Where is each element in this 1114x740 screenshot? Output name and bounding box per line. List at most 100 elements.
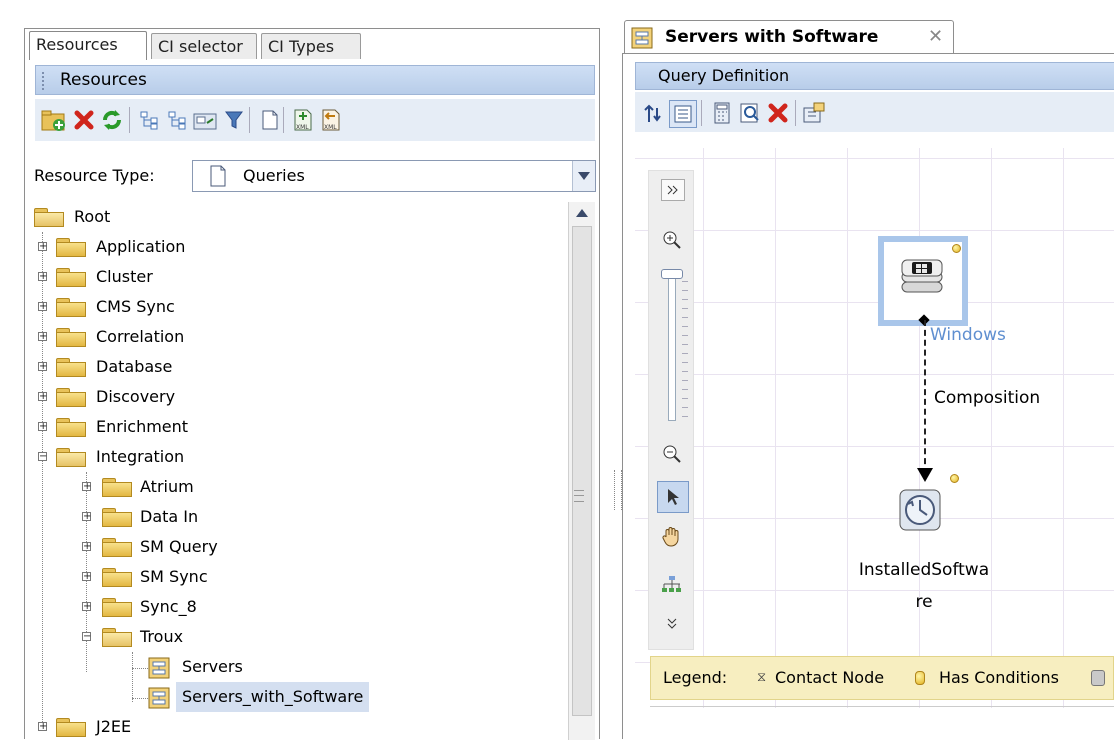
tree-connector: [132, 652, 133, 702]
tree-scrollbar[interactable]: [568, 202, 595, 740]
tab-title: Servers with Software: [665, 27, 879, 47]
expand-icon[interactable]: +: [38, 242, 47, 252]
query-definition-title: Query Definition: [658, 66, 790, 85]
folder-icon: [102, 598, 132, 618]
chevron-down-icon[interactable]: [572, 161, 595, 191]
contact-node-icon: ⧖: [757, 670, 767, 685]
more-chevron-icon[interactable]: [659, 611, 685, 637]
folder-icon: [56, 388, 86, 408]
edge-label-composition[interactable]: Composition: [934, 388, 1040, 408]
expand-icon[interactable]: +: [38, 422, 47, 432]
tab-resources[interactable]: Resources: [29, 31, 147, 60]
tab-servers-with-software[interactable]: Servers with Software ✕: [624, 20, 954, 54]
tree-connector: [132, 668, 148, 669]
expand-icon[interactable]: +: [82, 602, 91, 612]
close-icon[interactable]: ✕: [928, 21, 943, 53]
legend-has-conditions: Has Conditions: [939, 668, 1059, 687]
calculator-icon[interactable]: [709, 100, 735, 126]
folder-icon: [56, 298, 86, 318]
tree-item-label: Database: [96, 357, 173, 376]
has-conditions-icon: [952, 244, 961, 253]
tree-item-label: Data In: [140, 507, 199, 526]
tree-item-label: Servers_with_Software: [176, 682, 370, 712]
node-label-installed-software[interactable]: InstalledSoftwa re: [844, 554, 1004, 618]
tab-ci-types[interactable]: CI Types: [261, 33, 361, 59]
tree-item-label: Sync_8: [140, 597, 197, 616]
resources-toolbar: XML XML: [35, 99, 595, 141]
expand-icon[interactable]: +: [38, 722, 47, 732]
composition-edge[interactable]: [924, 320, 926, 474]
tree-item-label: Integration: [96, 447, 185, 466]
settings-icon[interactable]: [801, 100, 827, 126]
expand-icon[interactable]: +: [38, 362, 47, 372]
new-resource-icon[interactable]: [257, 107, 283, 133]
layout-tree-icon[interactable]: [659, 571, 685, 597]
expand-icon[interactable]: +: [82, 542, 91, 552]
folder-icon: [56, 418, 86, 438]
legend-contact-node: Contact Node: [775, 668, 885, 687]
tree-item-label: Cluster: [96, 267, 153, 286]
tree-item-label: Discovery: [96, 387, 176, 406]
zoom-out-icon[interactable]: [659, 441, 685, 467]
grip-icon: [574, 490, 584, 502]
expand-panel-icon[interactable]: [661, 179, 685, 201]
zoom-slider-thumb[interactable]: [661, 269, 683, 279]
windows-server-icon[interactable]: [898, 254, 946, 302]
expand-icon[interactable]: +: [82, 482, 91, 492]
collapse-icon[interactable]: −: [38, 452, 47, 462]
folder-icon: [56, 328, 86, 348]
resource-type-select[interactable]: Queries: [192, 160, 596, 192]
tree-item-label: Atrium: [140, 477, 194, 496]
expand-icon[interactable]: +: [82, 572, 91, 582]
delete-icon[interactable]: [765, 100, 791, 126]
query-icon: [631, 27, 653, 49]
tab-ci-selector[interactable]: CI selector: [151, 33, 257, 59]
new-folder-icon[interactable]: [41, 107, 67, 133]
copy-to-folder-icon[interactable]: [193, 107, 219, 133]
has-conditions-icon: [950, 474, 959, 483]
export-xml-icon[interactable]: XML: [291, 107, 317, 133]
query-definition-panel: Query Definition: [622, 53, 1114, 739]
document-icon: [209, 165, 227, 197]
zoom-slider[interactable]: [668, 271, 676, 421]
sort-icon[interactable]: [641, 100, 667, 126]
preview-icon[interactable]: [737, 100, 763, 126]
scroll-up-icon[interactable]: [569, 202, 595, 224]
expand-icon[interactable]: [137, 107, 163, 133]
grip-icon: [42, 72, 48, 90]
collapse-icon[interactable]: −: [82, 632, 91, 642]
tree-item-label: Troux: [140, 627, 184, 646]
installed-software-icon[interactable]: [896, 486, 944, 534]
expand-icon[interactable]: +: [38, 302, 47, 312]
query-canvas[interactable]: [635, 148, 1114, 708]
panel-splitter[interactable]: [614, 470, 622, 510]
delete-icon[interactable]: [71, 107, 97, 133]
folder-open-icon: [56, 448, 86, 468]
svg-text:XML: XML: [296, 124, 309, 131]
edge-arrow-icon: [917, 468, 933, 482]
zoom-toolbar: [648, 170, 694, 650]
resource-type-value: Queries: [243, 166, 305, 185]
zoom-in-icon[interactable]: [659, 227, 685, 253]
expand-icon[interactable]: +: [38, 392, 47, 402]
filter-icon[interactable]: [221, 107, 247, 133]
node-label-windows[interactable]: Windows: [930, 325, 1006, 345]
pan-hand-icon[interactable]: [659, 523, 685, 549]
tree-item-label: CMS Sync: [96, 297, 175, 316]
toolbar-separator: [701, 100, 702, 126]
expand-icon[interactable]: +: [38, 332, 47, 342]
select-pointer-icon[interactable]: [657, 481, 689, 513]
import-xml-icon[interactable]: XML: [319, 107, 345, 133]
scrollbar-thumb[interactable]: [572, 226, 592, 716]
refresh-icon[interactable]: [99, 107, 125, 133]
zoom-ticks: [682, 281, 688, 421]
folder-icon: [102, 478, 132, 498]
collapse-icon[interactable]: [165, 107, 191, 133]
folder-open-icon: [34, 208, 64, 228]
tree-item-label: Servers: [182, 657, 243, 676]
tree-connector: [132, 698, 148, 699]
properties-icon[interactable]: [669, 100, 697, 128]
expand-icon[interactable]: +: [82, 512, 91, 522]
expand-icon[interactable]: +: [38, 272, 47, 282]
left-tab-bar: Resources CI selector CI Types: [25, 29, 599, 60]
